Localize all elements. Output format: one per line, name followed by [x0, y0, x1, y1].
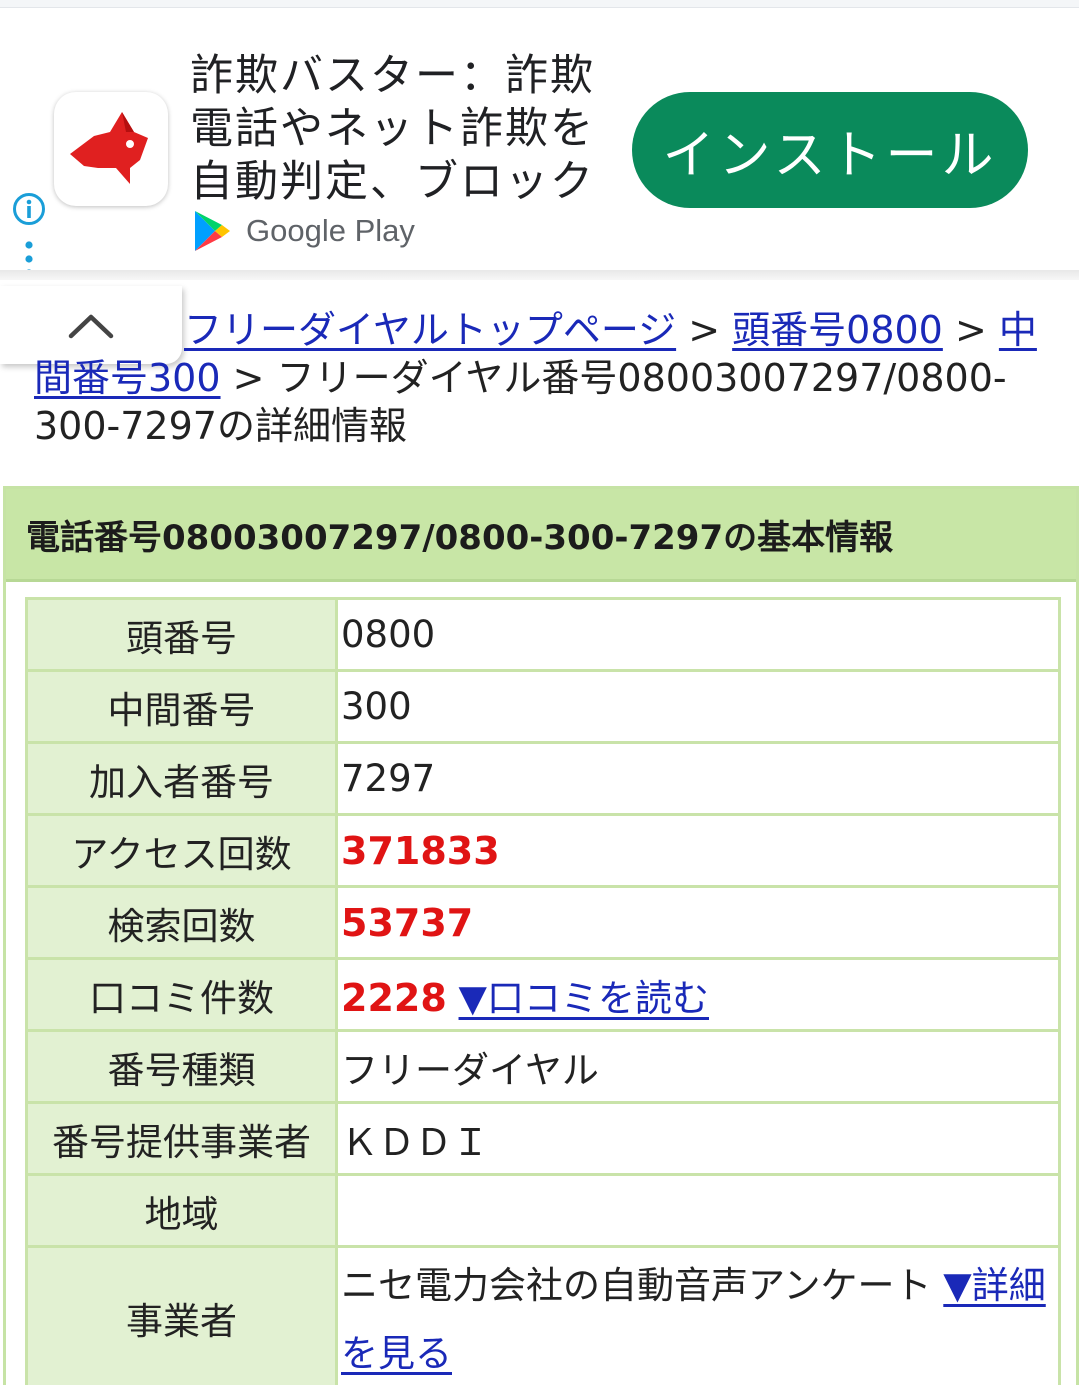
row-value	[335, 1173, 1061, 1248]
row-value-cell: 53737	[335, 885, 1061, 960]
section-heading: 電話番号08003007297/0800-300-7297の基本情報	[6, 489, 1076, 582]
row-value: 0800	[335, 597, 1061, 672]
install-button[interactable]: インストール	[632, 92, 1028, 208]
top-edge	[0, 0, 1079, 8]
row-label: 事業者	[25, 1245, 338, 1385]
row-label: 番号提供事業者	[25, 1101, 338, 1176]
table-row: 加入者番号 7297	[25, 741, 1061, 816]
table-row: 頭番号 0800	[25, 597, 1061, 672]
breadcrumb-middle-link-part1[interactable]: 中	[999, 308, 1037, 352]
row-label: 口コミ件数	[25, 957, 338, 1032]
table-row: 地域	[25, 1173, 1061, 1248]
breadcrumb: フリーダイヤルトップページ > 頭番号0800 > 中 間番号300 > フリー…	[34, 306, 1044, 450]
row-label: 地域	[25, 1173, 338, 1248]
table-row: 事業者 ニセ電力会社の自動音声アンケート ▼詳細を見る	[25, 1245, 1061, 1385]
table-row: 番号種類 フリーダイヤル	[25, 1029, 1061, 1104]
row-value: ＫＤＤＩ	[335, 1101, 1061, 1176]
operator-name: ニセ電力会社の自動音声アンケート	[341, 1264, 932, 1307]
table-row: 中間番号 300	[25, 669, 1061, 744]
breadcrumb-separator: >	[954, 308, 987, 352]
access-count: 371833	[341, 828, 500, 873]
table-row: 番号提供事業者 ＫＤＤＩ	[25, 1101, 1061, 1176]
row-label: 番号種類	[25, 1029, 338, 1104]
row-value: 300	[335, 669, 1061, 744]
row-label: 加入者番号	[25, 741, 338, 816]
review-count: 2228	[341, 975, 447, 1020]
breadcrumb-line-1: フリーダイヤルトップページ > 頭番号0800 > 中	[34, 306, 1044, 354]
table-row: 検索回数 53737	[25, 885, 1061, 960]
row-label: 中間番号	[25, 669, 338, 744]
basic-info-section: 電話番号08003007297/0800-300-7297の基本情報 頭番号 0…	[3, 486, 1079, 1385]
ad-shadow	[0, 270, 1079, 280]
read-reviews-link[interactable]: ▼口コミを読む	[459, 977, 709, 1020]
basic-info-table: 頭番号 0800 中間番号 300 加入者番号 7297 アクセス回数 3718…	[25, 597, 1061, 1385]
row-value: 7297	[335, 741, 1061, 816]
ad-info-icon[interactable]	[12, 192, 46, 226]
row-label: アクセス回数	[25, 813, 338, 888]
table-row: 口コミ件数 2228 ▼口コミを読む	[25, 957, 1061, 1032]
ad-banner[interactable]: 詐欺バスター：詐欺電話やネット詐欺を自動判定、ブロック Google Play …	[0, 8, 1079, 278]
breadcrumb-separator: >	[688, 308, 721, 352]
table-row: アクセス回数 371833	[25, 813, 1061, 888]
row-value: フリーダイヤル	[335, 1029, 1061, 1104]
breadcrumb-separator: >	[232, 356, 265, 400]
breadcrumb-middle-link-part2[interactable]: 間番号300	[34, 356, 221, 400]
google-play-icon	[195, 211, 230, 251]
app-icon[interactable]	[54, 92, 168, 206]
breadcrumb-prefix-link[interactable]: 頭番号0800	[732, 308, 943, 352]
google-play-badge: Google Play	[192, 208, 415, 254]
breadcrumb-top-link[interactable]: フリーダイヤルトップページ	[184, 308, 676, 352]
search-count: 53737	[341, 900, 474, 945]
row-value-cell: 2228 ▼口コミを読む	[335, 957, 1061, 1032]
row-label: 頭番号	[25, 597, 338, 672]
row-value-cell: 371833	[335, 813, 1061, 888]
store-name: Google Play	[246, 213, 415, 248]
fox-logo-icon	[70, 112, 148, 184]
row-value-cell: ニセ電力会社の自動音声アンケート ▼詳細を見る	[335, 1245, 1061, 1385]
ad-title[interactable]: 詐欺バスター：詐欺電話やネット詐欺を自動判定、ブロック	[190, 50, 610, 209]
row-label: 検索回数	[25, 885, 338, 960]
